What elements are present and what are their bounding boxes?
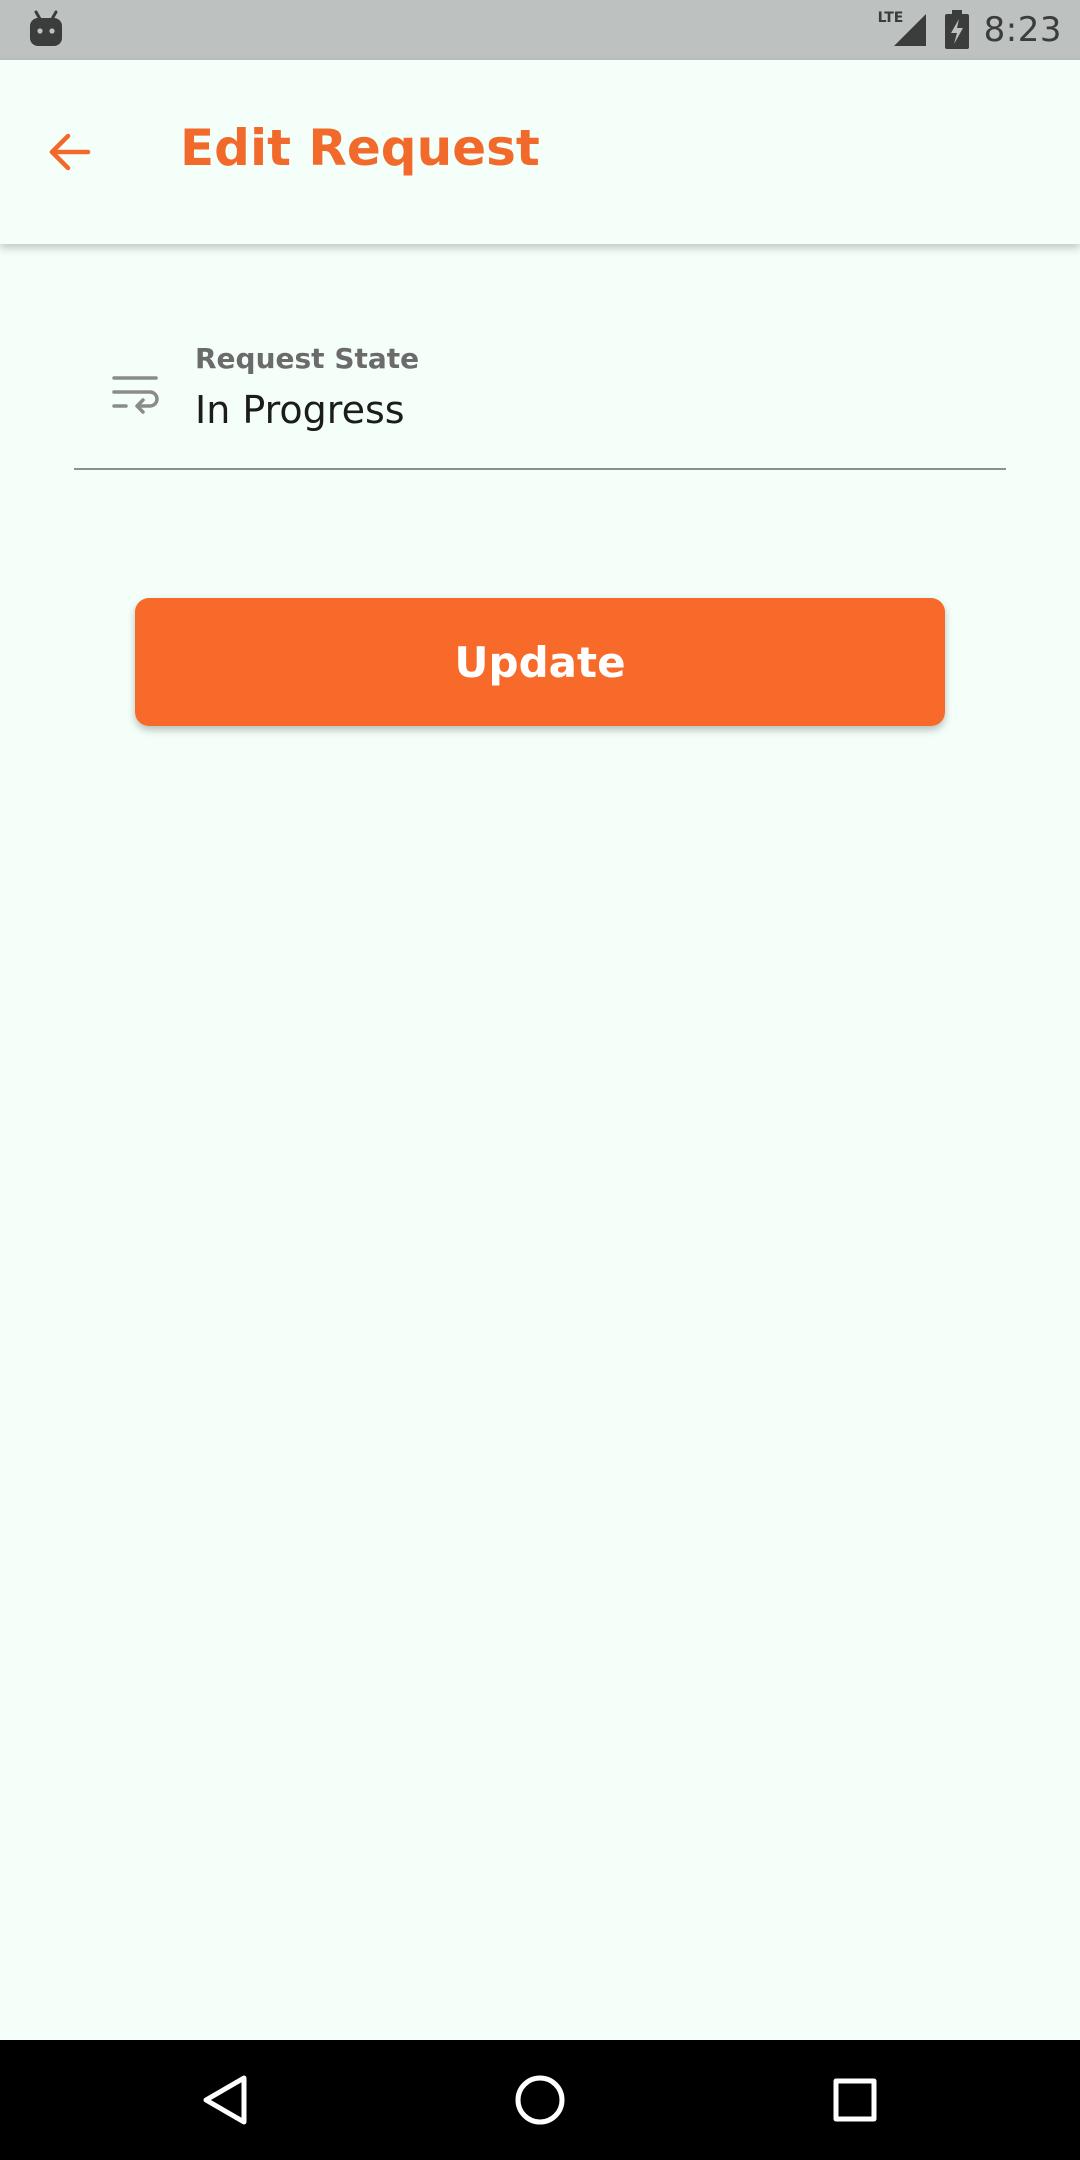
back-button[interactable] xyxy=(30,112,110,192)
nav-back-icon xyxy=(203,2075,247,2125)
update-button[interactable]: Update xyxy=(135,598,945,726)
app-bar: Edit Request xyxy=(0,60,1080,244)
wrap-text-icon xyxy=(112,370,162,420)
network-type: LTE xyxy=(877,10,904,26)
status-time: 8:23 xyxy=(983,10,1062,50)
status-right: LTE 8:23 xyxy=(878,0,1062,60)
arrow-left-icon xyxy=(49,133,91,171)
system-nav-bar xyxy=(0,2040,1080,2160)
signal-icon: LTE xyxy=(878,10,930,50)
update-button-label: Update xyxy=(454,637,626,687)
page-title: Edit Request xyxy=(180,119,540,177)
request-state-label: Request State xyxy=(195,342,420,375)
nav-back-button[interactable] xyxy=(186,2060,266,2140)
request-state-value: In Progress xyxy=(195,388,405,432)
nav-recents-icon xyxy=(833,2078,877,2122)
request-state-field[interactable]: Request State In Progress xyxy=(74,332,1006,470)
android-icon xyxy=(28,10,64,50)
nav-home-button[interactable] xyxy=(500,2060,580,2140)
battery-charging-icon xyxy=(944,10,970,50)
nav-home-icon xyxy=(515,2075,565,2125)
status-bar: LTE 8:23 xyxy=(0,0,1080,60)
nav-recents-button[interactable] xyxy=(815,2060,895,2140)
